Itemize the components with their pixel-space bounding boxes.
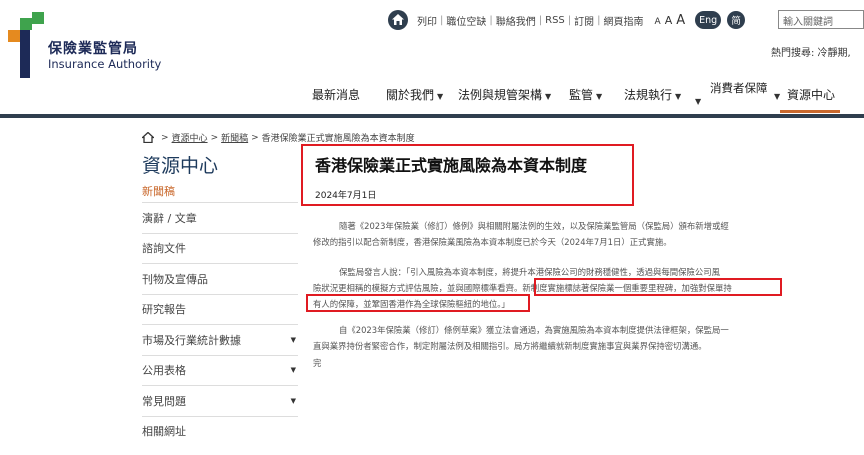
nav-active-caret[interactable]: ▼ — [771, 82, 780, 110]
sidebar-menu: 演辭 / 文章 諮詢文件 刊物及宣傳品 研究報告 市場及行業統計數據 ▼ 公用表格… — [142, 202, 298, 446]
rss-link[interactable]: RSS — [542, 15, 568, 26]
paragraph-1-line-2: 修改的指引以配合新制度，香港保險業風險為本資本制度已於今天（2024年7月1日）… — [313, 237, 672, 247]
sidebar-title: 資源中心 — [142, 155, 219, 177]
search-input[interactable]: 輸入關鍵詞 — [778, 10, 864, 29]
header-divider — [0, 114, 864, 118]
nav-resource-centre[interactable]: 資源中心 — [787, 82, 835, 108]
sidebar-item-research[interactable]: 研究報告 — [142, 293, 298, 325]
simplified-chinese-button[interactable]: 简 — [727, 11, 746, 29]
chevron-down-icon: ▼ — [545, 92, 552, 101]
english-language-button[interactable]: Eng — [695, 11, 722, 29]
font-large-button[interactable]: A — [676, 13, 685, 28]
article-title: 香港保險業正式實施風險為本資本制度 — [315, 156, 588, 175]
logo-chinese-name: 保險業監管局 — [48, 41, 138, 57]
breadcrumb: > 資源中心 > 新聞稿 > 香港保險業正式實施風險為本資本制度 — [142, 131, 415, 144]
contact-link[interactable]: 聯絡我們 — [493, 13, 539, 28]
font-medium-button[interactable]: A — [665, 14, 673, 27]
chevron-down-icon: ▼ — [437, 92, 444, 101]
sidebar-item-consultations[interactable]: 諮詢文件 — [142, 232, 298, 264]
nav-regulation[interactable]: 監管 ▼ — [569, 82, 602, 110]
nav-active-indicator — [780, 110, 840, 113]
print-link[interactable]: 列印 — [414, 13, 440, 28]
sidebar-item-speeches[interactable]: 演辭 / 文章 — [142, 202, 298, 233]
article-end-mark: 完 — [313, 358, 322, 368]
site-guide-link[interactable]: 網頁指南 — [601, 13, 647, 28]
nav-consumer-protection[interactable]: 消費者保障 — [710, 82, 768, 94]
chevron-down-icon: ▼ — [774, 92, 781, 101]
sidebar-item-related-links[interactable]: 相關網址 — [142, 415, 298, 447]
article-header-highlight: 香港保險業正式實施風險為本資本制度 2024年7月1日 — [301, 144, 634, 206]
nav-consumer-caret[interactable]: ▼ — [692, 87, 701, 115]
breadcrumb-current-page: 香港保險業正式實施風險為本資本制度 — [261, 134, 415, 144]
chevron-down-icon[interactable]: ▼ — [291, 336, 296, 344]
paragraph-3-line-1: 自《2023年保險業（修訂）條例草案》獲立法會通過，為實施風險為本資本制度提供法… — [339, 325, 729, 335]
sidebar-item-publications[interactable]: 刊物及宣傳品 — [142, 263, 298, 294]
careers-link[interactable]: 職位空缺 — [443, 13, 489, 28]
quote-highlight-box-top — [534, 278, 782, 296]
subscribe-link[interactable]: 訂閱 — [571, 13, 597, 28]
nav-enforcement[interactable]: 法規執行 ▼ — [624, 82, 681, 110]
breadcrumb-press-releases[interactable]: 新聞稿 — [221, 131, 248, 144]
quote-highlight-box-bottom — [306, 294, 530, 312]
article-date: 2024年7月1日 — [315, 191, 377, 201]
sidebar-item-statistics[interactable]: 市場及行業統計數據 ▼ — [142, 324, 298, 355]
breadcrumb-resource-centre[interactable]: 資源中心 — [172, 131, 208, 144]
chevron-down-icon[interactable]: ▼ — [291, 366, 296, 374]
hot-search-text: 熱門搜尋: 冷靜期, — [771, 48, 851, 59]
font-size-controls: A A A — [655, 13, 690, 28]
ia-logo-mark-icon — [8, 12, 44, 78]
nav-legislation[interactable]: 法例與規管架構 ▼ — [458, 82, 551, 110]
chevron-down-icon: ▼ — [675, 92, 682, 101]
font-small-button[interactable]: A — [655, 17, 661, 27]
main-navigation: 最新消息 關於我們 ▼ 法例與規管架構 ▼ 監管 ▼ 法規執行 ▼ ▼ 消費者保障 ▼ … — [0, 82, 864, 108]
home-icon[interactable] — [142, 132, 154, 143]
sidebar-item-forms[interactable]: 公用表格 ▼ — [142, 354, 298, 386]
paragraph-3-line-2: 直與業界持份者緊密合作，制定附屬法例及相關指引。局方將繼續就新制度實施事宜與業界… — [313, 341, 707, 351]
utility-bar: 列印 | 職位空缺 | 聯絡我們 | RSS | 訂閱 | 網頁指南 A A A Eng … — [388, 10, 746, 30]
chevron-down-icon: ▼ — [596, 92, 603, 101]
logo-english-name: Insurance Authority — [48, 57, 162, 71]
home-icon[interactable] — [388, 10, 408, 30]
paragraph-1-line-1: 隨著《2023年保險業（修訂）條例》與相關附屬法例的生效，以及保險業監管局（保監… — [339, 221, 729, 231]
ia-logo[interactable]: 保險業監管局 Insurance Authority — [6, 12, 161, 84]
chevron-down-icon: ▼ — [695, 97, 702, 106]
nav-about-us[interactable]: 關於我們 ▼ — [386, 82, 443, 110]
nav-latest-news[interactable]: 最新消息 — [312, 82, 360, 108]
sidebar-item-faq[interactable]: 常見問題 ▼ — [142, 385, 298, 416]
sidebar-item-press-releases[interactable]: 新聞稿 — [142, 183, 175, 199]
chevron-down-icon[interactable]: ▼ — [291, 397, 296, 405]
